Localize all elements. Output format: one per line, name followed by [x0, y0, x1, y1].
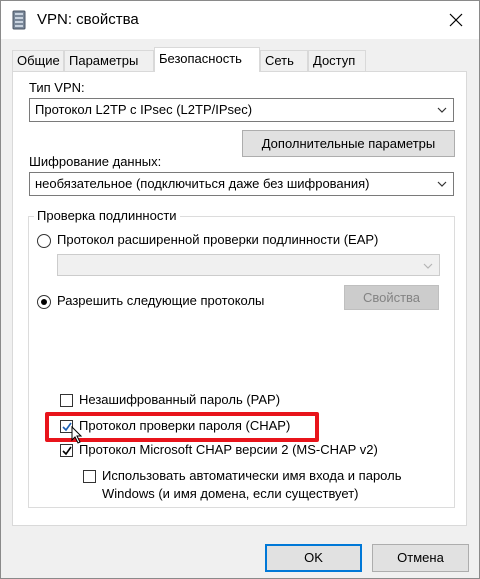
vpn-phone-icon	[12, 10, 26, 30]
tab-network[interactable]: Сеть	[260, 50, 308, 71]
mouse-cursor-icon	[71, 425, 83, 444]
tab-sharing[interactable]: Доступ	[308, 50, 366, 71]
encryption-select[interactable]: необязательное (подключиться даже без ши…	[29, 172, 454, 196]
encryption-value: необязательное (подключиться даже без ши…	[35, 176, 370, 191]
eap-method-select[interactable]	[57, 254, 440, 276]
auto-logon-label-line2[interactable]: Windows (и имя домена, если существует)	[102, 486, 359, 501]
mschapv2-checkbox[interactable]	[60, 444, 73, 457]
properties-button[interactable]: Свойства	[344, 285, 439, 310]
allow-protocols-label[interactable]: Разрешить следующие протоколы	[57, 293, 264, 308]
eap-radio[interactable]	[37, 234, 51, 248]
chevron-down-icon	[423, 263, 433, 269]
tab-parameters[interactable]: Параметры	[64, 50, 154, 71]
auto-logon-checkbox[interactable]	[83, 470, 96, 483]
pap-checkbox[interactable]	[60, 394, 73, 407]
close-button[interactable]	[433, 1, 479, 39]
advanced-settings-button[interactable]: Дополнительные параметры	[242, 130, 455, 157]
mschapv2-label[interactable]: Протокол Microsoft CHAP версии 2 (MS-CHA…	[79, 442, 378, 457]
title-bar: VPN: свойства	[1, 1, 479, 39]
properties-window: VPN: свойства Общие Параметры Безопаснос…	[0, 0, 480, 579]
window-title: VPN: свойства	[37, 11, 139, 28]
encryption-label: Шифрование данных:	[29, 154, 162, 169]
vpn-type-value: Протокол L2TP с IPsec (L2TP/IPsec)	[35, 102, 253, 117]
pap-label[interactable]: Незашифрованный пароль (PAP)	[79, 392, 280, 407]
ok-button[interactable]: OK	[265, 544, 362, 572]
tab-general[interactable]: Общие	[12, 50, 64, 71]
close-icon	[449, 13, 463, 27]
tab-security[interactable]: Безопасность	[154, 47, 260, 72]
dialog-body: Общие Параметры Безопасность Сеть Доступ…	[1, 39, 479, 578]
vpn-type-select[interactable]: Протокол L2TP с IPsec (L2TP/IPsec)	[29, 98, 454, 122]
security-tab-panel: Тип VPN: Протокол L2TP с IPsec (L2TP/IPs…	[12, 71, 467, 526]
allow-protocols-radio[interactable]	[37, 295, 51, 309]
cancel-button[interactable]: Отмена	[372, 544, 469, 572]
checkmark-icon	[62, 446, 72, 456]
auto-logon-label-line1[interactable]: Использовать автоматически имя входа и п…	[102, 468, 401, 483]
vpn-type-label: Тип VPN:	[29, 80, 85, 95]
chevron-down-icon	[437, 107, 447, 113]
authentication-group-title: Проверка подлинности	[34, 208, 180, 223]
chap-highlight-box	[45, 412, 319, 442]
chevron-down-icon	[437, 181, 447, 187]
eap-radio-label[interactable]: Протокол расширенной проверки подлинност…	[57, 232, 378, 247]
